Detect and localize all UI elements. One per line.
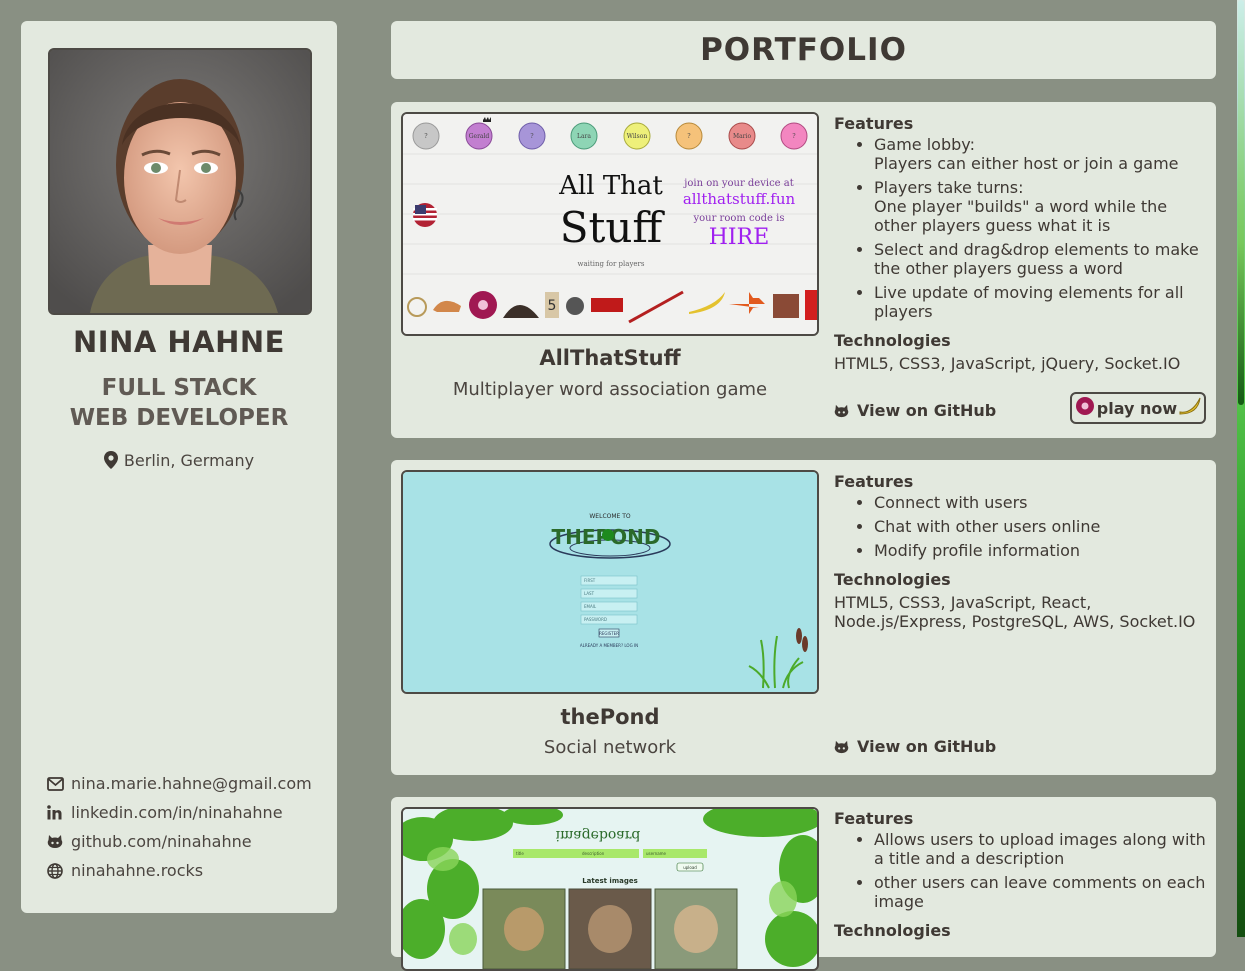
linkedin-icon [47, 804, 63, 821]
feature-item: Players take turns:One player "builds" a… [874, 178, 1206, 235]
features-heading: Features [834, 809, 914, 828]
features-list: Game lobby:Players can either host or jo… [834, 135, 1206, 321]
project-screenshot-imageboard[interactable]: imageboard title description username up… [401, 807, 819, 971]
technologies-text: HTML5, CSS3, JavaScript, React, Node.js/… [834, 593, 1196, 631]
portfolio-header: PORTFOLIO [391, 21, 1216, 79]
view-on-github-link[interactable]: View on GitHub [834, 737, 996, 756]
player-1: ? [424, 133, 427, 140]
view-on-github-label[interactable]: View on GitHub [857, 401, 996, 420]
user-field: username [646, 851, 667, 856]
player-2: Gerald [469, 133, 490, 140]
features-list: Allows users to upload images along with… [834, 830, 1206, 911]
project-screenshot-allthatstuff[interactable]: ? Gerald ? Lara Wilson ? Mario ? All Tha… [401, 112, 819, 336]
features-list: Connect with users Chat with other users… [834, 493, 1206, 560]
join-url: allthatstuff.fun [683, 190, 796, 208]
feature-item: Game lobby:Players can either host or jo… [874, 135, 1206, 173]
player-4: Lara [577, 133, 591, 140]
game-title-2: Stuff [560, 203, 666, 252]
project-card-thepond: WELCOME TO THEPOND FIRST LAST EMAIL PASS… [391, 460, 1216, 775]
room-code: HIRE [709, 225, 770, 250]
project-info: Features Game lobby:Players can either h… [834, 114, 1206, 373]
github-icon [834, 403, 849, 418]
feature-item: Live update of moving elements for all p… [874, 283, 1206, 321]
project-card-imageboard: imageboard title description username up… [391, 797, 1216, 971]
project-name: thePond [560, 705, 660, 729]
player-5: Wilson [627, 133, 648, 140]
contact-linkedin-text[interactable]: linkedin.com/in/ninahahne [71, 803, 283, 822]
upload-btn: upload [683, 865, 697, 870]
waiting-text: waiting for players [578, 260, 645, 268]
player-8: ? [792, 133, 795, 140]
play-now-label[interactable]: play now [1097, 399, 1177, 418]
project-name: AllThatStuff [539, 346, 681, 370]
project-info: Features Allows users to upload images a… [834, 809, 1206, 942]
title-field: title [516, 851, 524, 856]
us-flag-icon [413, 203, 437, 227]
project-description: Social network [543, 737, 677, 758]
feature-item: Connect with users [874, 493, 1206, 512]
github-icon [47, 834, 63, 850]
code-text: your room code is [692, 213, 784, 224]
github-icon [834, 739, 849, 754]
map-pin-icon [103, 451, 118, 473]
welcome-text: WELCOME TO [589, 513, 631, 520]
profile-location: Berlin, Germany [21, 451, 337, 473]
svg-text:5: 5 [548, 298, 557, 314]
globe-icon [47, 862, 63, 879]
envelope-icon [47, 776, 64, 792]
profile-photo [48, 48, 312, 315]
player-6: ? [687, 133, 690, 140]
role-line-2: WEB DEVELOPER [69, 405, 289, 431]
contact-github-text[interactable]: github.com/ninahahne [71, 832, 252, 851]
feature-item: other users can leave comments on each i… [874, 873, 1206, 911]
field-first: FIRST [584, 578, 596, 583]
technologies-heading: Technologies [834, 921, 951, 940]
register-btn: REGISTER [599, 631, 619, 636]
scrollbar-thumb[interactable] [1238, 0, 1244, 405]
profile-role: FULL STACK WEB DEVELOPER [21, 373, 337, 433]
contact-list: nina.marie.hahne@gmail.com linkedin.com/… [47, 769, 312, 885]
field-last: LAST [584, 591, 595, 596]
latest-images: Latest images [582, 877, 638, 885]
feature-item: Modify profile information [874, 541, 1206, 560]
join-text: join on your device at [683, 178, 794, 189]
player-3: ? [530, 133, 533, 140]
play-now-button[interactable]: play now [1070, 392, 1206, 424]
contact-linkedin[interactable]: linkedin.com/in/ninahahne [47, 798, 312, 827]
contact-email[interactable]: nina.marie.hahne@gmail.com [47, 769, 312, 798]
technologies-text: HTML5, CSS3, JavaScript, jQuery, Socket.… [834, 354, 1181, 373]
board-header: imageboard [556, 827, 641, 843]
project-info: Features Connect with users Chat with ot… [834, 472, 1206, 631]
login-text: ALREADY A MEMBER? LOG IN [580, 643, 638, 648]
feature-item: Allows users to upload images along with… [874, 830, 1206, 868]
technologies-heading: Technologies [834, 331, 951, 350]
profile-name: NINA HAHNE [73, 325, 285, 359]
project-description: Multiplayer word association game [452, 379, 768, 400]
desc-field: description [582, 851, 605, 856]
banana-icon [1179, 396, 1201, 420]
profile-sidebar: NINA HAHNE FULL STACK WEB DEVELOPER Berl… [21, 21, 337, 913]
contact-github[interactable]: github.com/ninahahne [47, 827, 312, 856]
contact-email-text[interactable]: nina.marie.hahne@gmail.com [71, 774, 312, 793]
flower-icon [1075, 396, 1095, 420]
feature-item: Select and drag&drop elements to make th… [874, 240, 1206, 278]
features-heading: Features [834, 114, 914, 133]
page-title: PORTFOLIO [700, 32, 907, 68]
features-heading: Features [834, 472, 914, 491]
view-on-github-link[interactable]: View on GitHub [834, 401, 996, 420]
view-on-github-label[interactable]: View on GitHub [857, 737, 996, 756]
contact-website-text[interactable]: ninahahne.rocks [71, 861, 203, 880]
field-email: EMAIL [584, 604, 597, 609]
field-password: PASSWORD [584, 617, 607, 622]
technologies-heading: Technologies [834, 570, 951, 589]
project-card-allthatstuff: ? Gerald ? Lara Wilson ? Mario ? All Tha… [391, 102, 1216, 438]
contact-website[interactable]: ninahahne.rocks [47, 856, 312, 885]
feature-item: Chat with other users online [874, 517, 1206, 536]
player-7: Mario [733, 133, 752, 140]
page-scrollbar[interactable] [1237, 0, 1245, 937]
project-screenshot-thepond[interactable]: WELCOME TO THEPOND FIRST LAST EMAIL PASS… [401, 470, 819, 694]
location-text: Berlin, Germany [123, 451, 255, 470]
role-line-1: FULL STACK [101, 375, 257, 401]
game-title-1: All That [558, 171, 663, 201]
